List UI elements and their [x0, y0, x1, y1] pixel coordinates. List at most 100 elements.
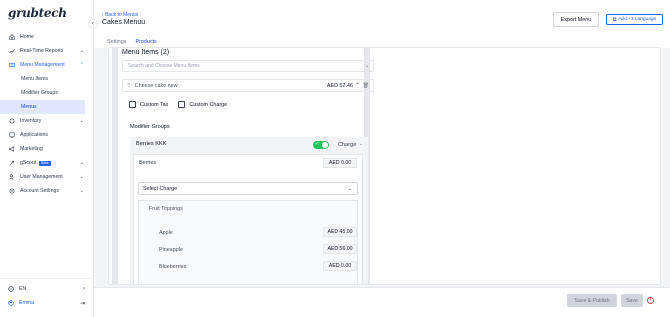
modifier-price-field[interactable]: AED 0.00	[323, 158, 357, 168]
sidebar-item-inventory[interactable]: Inventory ⌄	[0, 114, 94, 128]
sidebar-item-label: Real-Time Reports	[20, 48, 64, 54]
gear-icon	[8, 188, 15, 195]
option-price-field[interactable]: AED 56.00	[323, 244, 357, 254]
page-header: ‹ Back to Menus Cakes Menuu Export Menu …	[94, 0, 670, 48]
sub-group-name: Fruit Toppings	[149, 206, 183, 212]
sidebar: grubtech Home Real-Time Reports ⌄ Menu M…	[0, 0, 94, 317]
chevron-down-icon[interactable]: ⌄	[359, 141, 363, 147]
sidebar-item-label: gScout	[20, 160, 37, 166]
charge-label: Charge	[338, 142, 357, 148]
translate-icon: ⧉	[612, 17, 617, 23]
user-profile[interactable]: Emma ⇥	[8, 299, 88, 307]
select-charge-dropdown[interactable]: Select Charge ⌄	[138, 182, 358, 195]
back-to-menus-link[interactable]: ‹ Back to Menus	[102, 12, 138, 18]
menu-items-title: Menu Items (2)	[122, 49, 170, 56]
sidebar-item-label: Inventory	[20, 118, 42, 124]
sidebar-item-label: Account Settings	[20, 188, 59, 194]
modifier-groups-title: Modifier Groups	[130, 124, 170, 130]
inventory-icon	[8, 118, 15, 125]
save-button[interactable]: Save	[621, 294, 643, 307]
sidebar-item-label: Marketing	[20, 146, 43, 152]
sub-modifier-group: Fruit Toppings Apple AED 45.00 Pineapple…	[138, 200, 358, 284]
add-language-label: Add +1 Language	[618, 17, 657, 22]
chevron-down-icon: ⌄	[364, 63, 369, 69]
sidebar-item-marketing[interactable]: Marketing	[0, 142, 94, 156]
chevron-down-icon: ⌄	[79, 174, 84, 180]
sidebar-item-label: Home	[20, 34, 34, 40]
sidebar-nav: Home Real-Time Reports ⌄ Menu Management…	[0, 30, 94, 198]
custom-charge-checkbox[interactable]: Custom Charge	[178, 101, 227, 108]
sidebar-item-user-management[interactable]: User Management ⌄	[0, 170, 94, 184]
checkbox-box	[129, 101, 136, 108]
action-footer: Save & Publish Save !	[94, 287, 670, 317]
modifier-group-panel: Berries KKK ✓ Charge ⌄ Berries AED 0.00 …	[130, 137, 368, 284]
drag-handle-icon[interactable]: ⠿	[127, 83, 131, 89]
select-charge-label: Select Charge	[143, 185, 178, 192]
menu-item-price: AED 52.46	[326, 82, 353, 89]
custom-tax-checkbox[interactable]: Custom Tax	[129, 101, 168, 108]
sidebar-divider	[0, 278, 94, 279]
sidebar-item-label: Applications	[20, 132, 48, 138]
language-selector[interactable]: EN ›	[8, 285, 88, 293]
menu-book-icon	[8, 62, 15, 69]
sidebar-item-label: Menu Management	[20, 62, 65, 68]
page-title: Cakes Menuu	[102, 19, 146, 26]
custom-charge-label: Custom Charge	[189, 101, 228, 108]
trash-icon[interactable]: 🗑	[363, 83, 369, 89]
error-icon[interactable]: !	[647, 297, 654, 304]
globe-icon	[8, 286, 14, 292]
menu-items-panel: Menu Items (2) Search and Choose Menu It…	[112, 48, 374, 284]
user-name: Emma	[19, 300, 34, 306]
option-name: Pineapple	[159, 247, 183, 253]
beta-badge: Beta	[39, 160, 51, 166]
chart-icon	[8, 48, 15, 55]
products-card: Menu Items (2) Search and Choose Menu It…	[108, 47, 661, 285]
users-icon	[8, 174, 15, 181]
sidebar-item-gscout[interactable]: gScout Beta ⌄	[0, 156, 94, 170]
sidebar-subitem-menus[interactable]: Menus	[0, 100, 85, 114]
toggle-knob	[322, 142, 328, 148]
export-menu-button[interactable]: Export Menu	[553, 12, 599, 27]
option-name: Blueberries	[159, 264, 187, 270]
custom-options: Custom Tax Custom Charge	[129, 101, 227, 108]
megaphone-icon	[8, 146, 15, 153]
chevron-up-icon[interactable]: ⌃	[355, 82, 360, 89]
sidebar-subitem-menu-items[interactable]: Menu Items	[0, 72, 94, 86]
menu-item-row[interactable]: ⠿ Cheese cake new AED 52.46 ⌃ 🗑	[122, 79, 374, 92]
monitor-icon	[8, 132, 15, 139]
home-icon	[8, 34, 15, 41]
chevron-down-icon: ⌄	[79, 160, 84, 166]
user-icon	[8, 300, 14, 306]
chevron-down-icon: ⌄	[347, 185, 352, 192]
chevron-down-icon: ⌄	[79, 188, 84, 194]
sidebar-collapse-button[interactable]: ‹	[88, 19, 98, 29]
back-link-label: Back to Menus	[105, 12, 139, 18]
sidebar-item-account-settings[interactable]: Account Settings ⌄	[0, 184, 94, 198]
search-placeholder: Search and Choose Menu Items	[128, 63, 200, 69]
checkbox-box	[178, 101, 186, 108]
chevron-right-icon: ›	[83, 286, 85, 292]
option-price-field[interactable]: AED 0.00	[323, 261, 357, 271]
sidebar-item-applications[interactable]: Applications	[0, 128, 94, 142]
sidebar-item-real-time-reports[interactable]: Real-Time Reports ⌄	[0, 44, 94, 58]
sidebar-item-menu-management[interactable]: Menu Management ⌃	[0, 58, 94, 72]
charge-toggle[interactable]: ✓	[313, 141, 329, 149]
modifier-group-name: Berries KKK	[136, 141, 167, 147]
logout-icon[interactable]: ⇥	[80, 300, 85, 307]
chevron-down-icon: ⌄	[79, 48, 84, 54]
save-and-publish-button[interactable]: Save & Publish	[567, 294, 617, 307]
add-language-button[interactable]: ⧉ Add +1 Language	[606, 14, 663, 25]
rocket-icon	[8, 160, 15, 167]
grubtech-logo[interactable]: grubtech	[8, 6, 67, 20]
option-price-field[interactable]: AED 45.00	[323, 227, 357, 237]
language-label: EN	[19, 286, 27, 292]
chevron-up-icon: ⌃	[79, 62, 84, 68]
sidebar-item-home[interactable]: Home	[0, 30, 94, 44]
modifier-group-body: Berries AED 0.00 Select Charge ⌄ Fruit T…	[133, 154, 363, 284]
sidebar-subitem-modifier-groups[interactable]: Modifier Groups	[0, 86, 94, 100]
custom-tax-label: Custom Tax	[140, 101, 169, 108]
sidebar-item-label: User Management	[20, 174, 63, 180]
modifier-name: Berries	[139, 160, 157, 166]
menu-items-search-input[interactable]: Search and Choose Menu Items ⌄	[122, 60, 374, 72]
option-name: Apple	[159, 230, 173, 236]
